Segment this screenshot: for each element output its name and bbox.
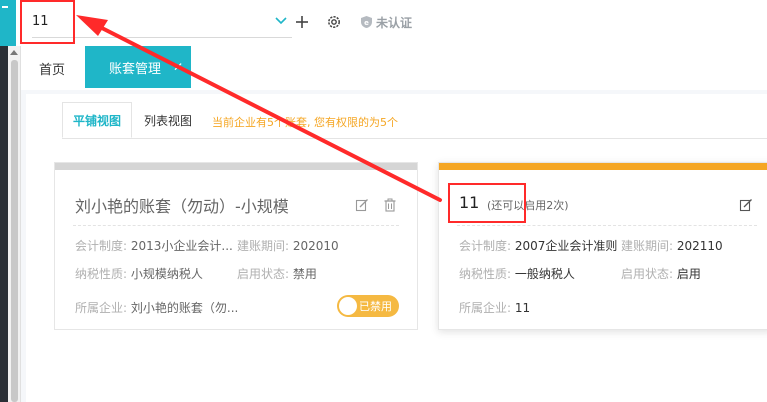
edit-icon[interactable] (355, 198, 369, 212)
tab-grid-view[interactable]: 平铺视图 (62, 102, 132, 138)
sidebar-collapsed (0, 46, 8, 402)
tab-account-set-management-label: 账套管理 (109, 61, 162, 77)
period-label: 建账期间: (237, 239, 290, 253)
period-value: 202010 (292, 239, 339, 253)
svg-text:e: e (364, 19, 369, 27)
accounting-system-row: 会计制度: 2013小企业会计... (75, 237, 233, 254)
status-label: 启用状态: (237, 267, 290, 281)
plus-icon (296, 16, 308, 28)
shield-badge-icon: e (361, 16, 372, 28)
accounting-system-label: 会计制度: (75, 239, 128, 253)
toggle-label: 已禁用 (359, 300, 392, 313)
close-icon[interactable]: ✕ (173, 60, 183, 74)
status-value: 禁用 (292, 267, 317, 281)
period-row: 建账期间: 202010 (237, 237, 339, 254)
account-count-note: 当前企业有5个账套, 您有权限的为5个 (212, 116, 398, 129)
account-set-card[interactable]: 刘小艳的账套（勿动）-小规模 会计制度: 2013小企业会计... 建账期间: … (54, 162, 418, 330)
tax-type-label: 纳税性质: (459, 267, 512, 281)
sidebar-toggle[interactable] (0, 0, 16, 46)
card-divider (73, 225, 399, 226)
tax-type-row: 纳税性质: 小规模纳税人 (75, 265, 203, 282)
auth-status-badge[interactable]: e 未认证 (360, 12, 412, 32)
annotation-highlight-company (20, 0, 75, 44)
company-value: 刘小艳的账套（勿... (130, 301, 239, 315)
page-tabs: 首页 账套管理 ✕ (21, 46, 767, 90)
status-label: 启用状态: (621, 267, 674, 281)
edit-icon[interactable] (739, 198, 753, 212)
status-value: 启用 (676, 267, 701, 281)
status-row: 启用状态: 启用 (621, 265, 701, 282)
menu-icon (2, 6, 8, 8)
auth-status-label: 未认证 (376, 15, 413, 30)
status-row: 启用状态: 禁用 (237, 265, 317, 282)
scrollbar-thumb[interactable] (11, 60, 18, 402)
chevron-down-icon[interactable] (274, 14, 288, 28)
app-root: 11 e 未认证 首页 账套管理 ✕ 平铺视图 列表视图 当前企业有5个账套, … (0, 0, 767, 402)
tax-type-value: 一般纳税人 (514, 267, 575, 281)
enable-toggle[interactable]: 已禁用 (337, 295, 399, 317)
tax-type-row: 纳税性质: 一般纳税人 (459, 265, 575, 282)
accounting-system-label: 会计制度: (459, 239, 512, 253)
tab-account-set-management[interactable]: 账套管理 ✕ (85, 46, 191, 88)
company-label: 所属企业: (75, 301, 128, 315)
settings-button[interactable] (324, 12, 344, 32)
period-row: 建账期间: 202110 (621, 237, 723, 254)
accounting-system-row: 会计制度: 2007企业会计准则 (459, 237, 617, 254)
toggle-knob (339, 297, 357, 315)
tab-home[interactable]: 首页 (39, 59, 65, 78)
view-tabs-divider (62, 138, 767, 139)
annotation-highlight-title (448, 183, 526, 223)
scroll-up-arrow-icon[interactable] (10, 50, 18, 55)
accounting-system-value: 2007企业会计准则 (514, 239, 618, 253)
company-label: 所属企业: (459, 301, 512, 315)
card-divider (457, 225, 757, 226)
tax-type-value: 小规模纳税人 (130, 267, 203, 281)
card-title: 刘小艳的账套（勿动）-小规模 (75, 197, 289, 216)
top-header: 11 e 未认证 (16, 0, 767, 46)
company-row: 所属企业: 刘小艳的账套（勿... (75, 299, 238, 316)
company-row: 所属企业: 11 (459, 299, 530, 316)
trash-icon[interactable] (383, 198, 397, 212)
company-value: 11 (514, 301, 531, 315)
accounting-system-value: 2013小企业会计... (130, 239, 233, 253)
period-value: 202110 (676, 239, 723, 253)
add-button[interactable] (292, 12, 312, 32)
period-label: 建账期间: (621, 239, 674, 253)
card-status-bar (439, 163, 767, 170)
card-status-bar (55, 163, 417, 170)
tab-list-view[interactable]: 列表视图 (138, 102, 198, 138)
gear-icon (328, 16, 340, 28)
scrollbar[interactable] (8, 46, 21, 402)
tax-type-label: 纳税性质: (75, 267, 128, 281)
